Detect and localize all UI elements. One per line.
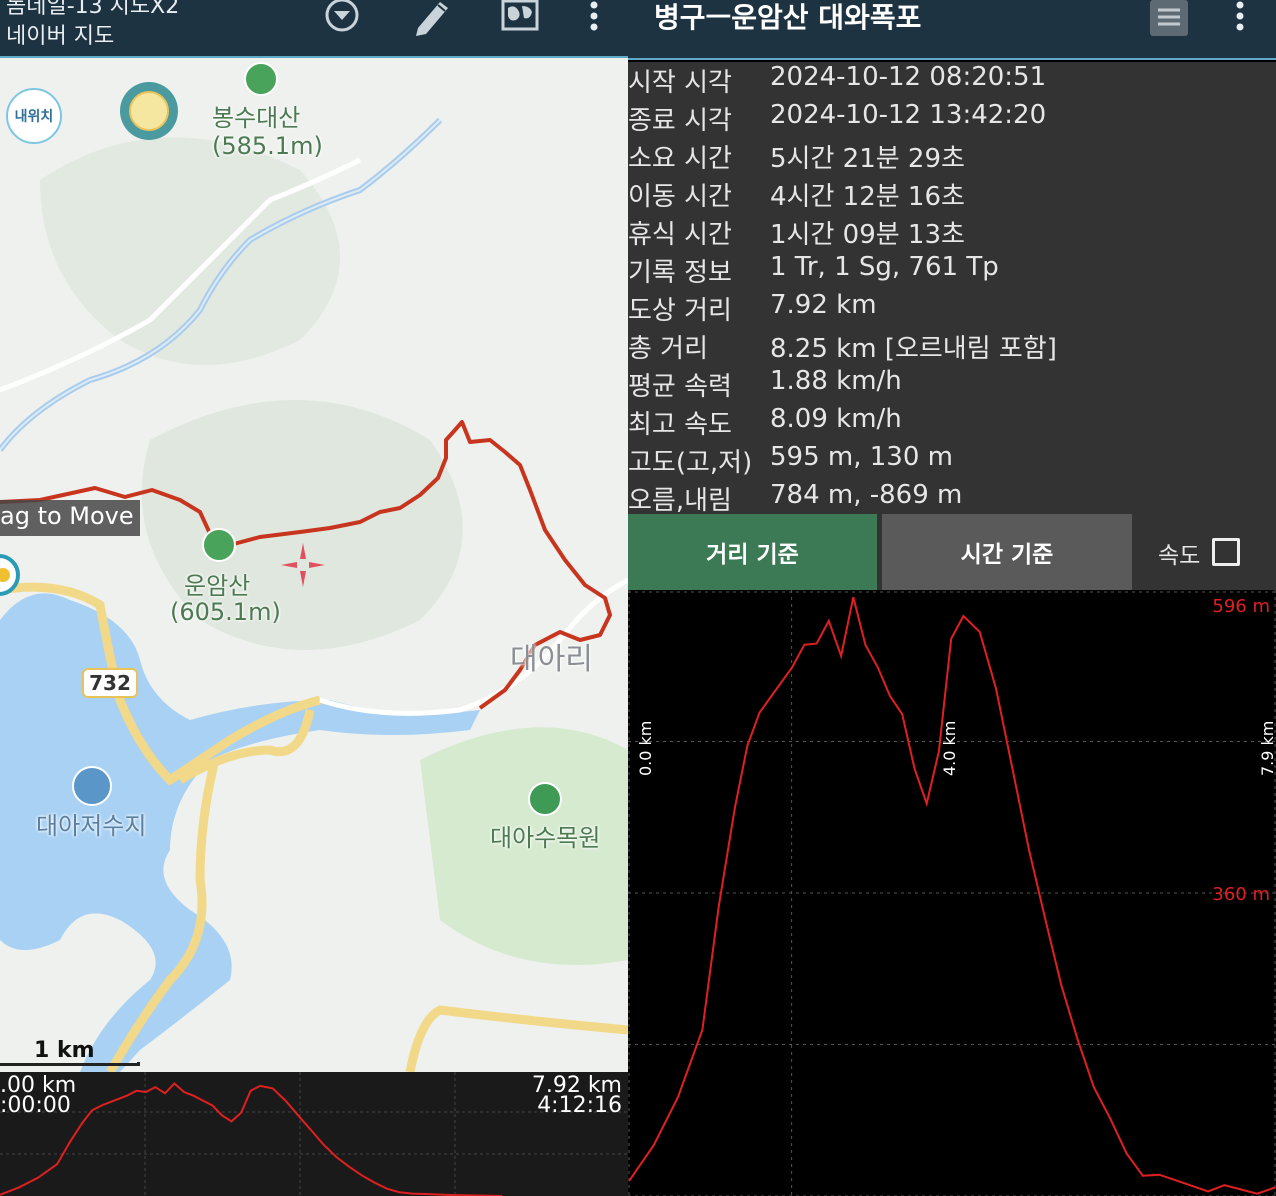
drag-to-move-tip: ag to Move — [0, 500, 140, 536]
overflow-menu-icon[interactable] — [572, 0, 616, 36]
track-info-panel: 병구ㅡ운암산 대와폭포 시작 시각 2024-10-12 08:20:51 종료 … — [628, 0, 1276, 1196]
stat-value: 2024-10-12 08:20:51 — [770, 62, 1047, 92]
tab-distance-basis[interactable]: 거리 기준 — [628, 514, 877, 590]
stat-key: 오름,내림 — [628, 486, 732, 516]
stat-row-avg-speed: 평균 속력 1.88 km/h — [628, 366, 1276, 404]
stat-value: 595 m, 130 m — [770, 442, 953, 472]
stat-value: 1시간 09분 13초 — [770, 220, 965, 250]
x-tick-label-end: 7.9 km — [1258, 720, 1276, 776]
arboretum-icon — [528, 782, 562, 816]
mountain-icon — [244, 62, 278, 96]
stat-row-ascent-descent: 오름,내림 784 m, -869 m — [628, 480, 1276, 518]
layers-dropdown-icon[interactable] — [320, 0, 364, 36]
x-tick-label-start: 0.0 km — [636, 720, 655, 776]
stat-value: 8.09 km/h — [770, 404, 902, 434]
compass-icon[interactable] — [120, 82, 178, 140]
track-toolbar: 병구ㅡ운암산 대와폭포 — [628, 0, 1276, 60]
scale-label: 1 km — [34, 1038, 95, 1063]
map-panel: 돔데일-13 지도X2 네이버 지도 내위치 봉수대산 (585.1m) 운암산… — [0, 0, 628, 1196]
stat-value: 4시간 12분 16초 — [770, 182, 965, 212]
peak-label-bongsu: 봉수대산 — [212, 104, 301, 132]
peak-elevation-bongsu: (585.1m) — [212, 132, 323, 160]
elevation-graph[interactable]: 596 m 360 m 0.0 km 4.0 km 7.9 km — [628, 590, 1276, 1196]
stat-row-moving-time: 이동 시간 4시간 12분 16초 — [628, 176, 1276, 214]
stat-row-elevation: 고도(고,저) 595 m, 130 m — [628, 442, 1276, 480]
stat-value: 1 Tr, 1 Sg, 761 Tp — [770, 252, 999, 282]
stat-value: 7.92 km — [770, 290, 877, 320]
my-location-button[interactable]: 내위치 — [6, 88, 62, 144]
arboretum-label: 대아수목원 — [490, 824, 601, 852]
mountain-icon — [202, 528, 236, 562]
village-label-daeari: 대아리 — [510, 642, 593, 677]
y-tick-label-max: 596 m — [1212, 596, 1270, 617]
stat-row-total-distance: 총 거리 8.25 km [오르내림 포함] — [628, 328, 1276, 366]
overflow-menu-icon[interactable] — [1228, 0, 1252, 36]
elevation-chart — [628, 590, 1276, 1196]
stat-key: 이동 시간 — [628, 182, 732, 212]
map-title-line1: 돔데일-13 지도X2 — [6, 0, 180, 19]
stat-key: 최고 속도 — [628, 410, 732, 440]
map-background — [0, 60, 628, 1072]
mini-end-time: 4:12:16 — [537, 1093, 622, 1118]
stat-key: 도상 거리 — [628, 296, 732, 326]
stat-key: 종료 시각 — [628, 106, 732, 136]
speed-checkbox[interactable] — [1212, 538, 1240, 566]
stat-key: 휴식 시간 — [628, 220, 732, 250]
stat-row-map-distance: 도상 거리 7.92 km — [628, 290, 1276, 328]
stat-row-rest-time: 휴식 시간 1시간 09분 13초 — [628, 214, 1276, 252]
road-number-badge: 732 — [82, 668, 138, 698]
stat-key: 총 거리 — [628, 334, 709, 364]
map-toolbar: 돔데일-13 지도X2 네이버 지도 — [0, 0, 628, 58]
stat-row-end-time: 종료 시각 2024-10-12 13:42:20 — [628, 100, 1276, 138]
track-title: 병구ㅡ운암산 대와폭포 — [654, 1, 922, 34]
reservoir-icon — [72, 766, 112, 806]
mini-start-time: :00:00 — [0, 1093, 71, 1118]
stat-value: 2024-10-12 13:42:20 — [770, 100, 1047, 130]
stat-row-start-time: 시작 시각 2024-10-12 08:20:51 — [628, 62, 1276, 100]
map-canvas[interactable]: 내위치 봉수대산 (585.1m) 운암산 (605.1m) 대아리 732 대… — [0, 60, 628, 1072]
stat-key: 시작 시각 — [628, 68, 732, 98]
tab-time-basis[interactable]: 시간 기준 — [882, 514, 1132, 590]
stat-value: 8.25 km [오르내림 포함] — [770, 334, 1057, 364]
graph-mode-tabs: 거리 기준 시간 기준 속도 — [628, 514, 1276, 590]
y-tick-label-mid: 360 m — [1212, 884, 1270, 905]
peak-elevation-unam: (605.1m) — [170, 598, 281, 626]
my-location-label: 내위치 — [14, 109, 54, 125]
stat-value: 1.88 km/h — [770, 366, 902, 396]
stat-key: 소요 시간 — [628, 144, 732, 174]
list-icon[interactable] — [1150, 0, 1188, 36]
mini-elevation-profile[interactable]: .00 km :00:00 7.92 km 4:12:16 — [0, 1072, 628, 1196]
elevation-line — [628, 596, 1276, 1195]
stat-key: 기록 정보 — [628, 258, 732, 288]
stat-key: 평균 속력 — [628, 372, 732, 402]
peak-label-unam: 운암산 — [184, 572, 251, 600]
map-title-line2: 네이버 지도 — [6, 24, 115, 49]
pencil-icon[interactable] — [410, 0, 454, 36]
stat-row-max-speed: 최고 속도 8.09 km/h — [628, 404, 1276, 442]
speed-label: 속도 — [1158, 543, 1201, 569]
stat-key: 고도(고,저) — [628, 448, 753, 478]
scale-bar — [0, 1062, 140, 1066]
stat-value: 784 m, -869 m — [770, 480, 963, 510]
x-tick-label-mid: 4.0 km — [940, 720, 959, 776]
stat-row-record-info: 기록 정보 1 Tr, 1 Sg, 761 Tp — [628, 252, 1276, 290]
world-map-icon[interactable] — [498, 0, 542, 36]
stat-value: 5시간 21분 29초 — [770, 144, 965, 174]
track-stats: 시작 시각 2024-10-12 08:20:51 종료 시각 2024-10-12… — [628, 62, 1276, 516]
stat-row-elapsed: 소요 시간 5시간 21분 29초 — [628, 138, 1276, 176]
reservoir-label: 대아저수지 — [36, 812, 147, 840]
